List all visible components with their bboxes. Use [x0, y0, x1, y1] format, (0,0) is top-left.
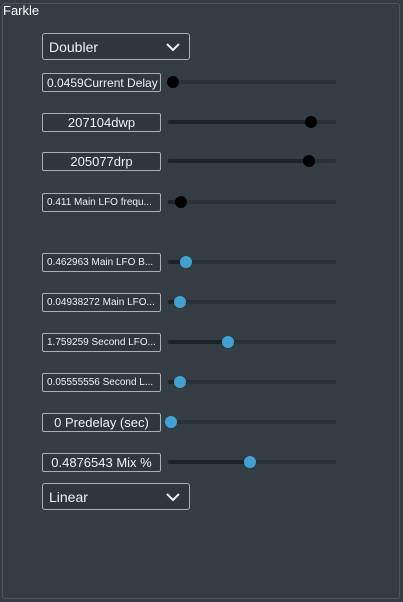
second-lfo-slider[interactable] [168, 335, 336, 349]
interpolation-combo[interactable]: Linear [42, 483, 190, 510]
second-l-label: 0.05555556 Second L... [47, 377, 154, 388]
dwp-slider[interactable] [168, 115, 336, 129]
slider-fill [168, 460, 251, 464]
slider-fill [168, 340, 229, 344]
slider-thumb[interactable] [175, 196, 188, 208]
chevron-down-icon [166, 42, 180, 51]
slider-track [168, 300, 336, 304]
chevron-down-icon [166, 492, 180, 501]
main-lfo-b-slider[interactable] [168, 255, 336, 269]
slider-track [168, 80, 336, 84]
interpolation-combo-value: Linear [49, 488, 88, 505]
slider-fill [168, 120, 311, 124]
second-lfo-label: 1.759259 Second LFO... [47, 337, 156, 348]
dwp-field[interactable]: 207104dwp [42, 113, 161, 132]
second-l-slider[interactable] [168, 375, 336, 389]
current-delay-label: 0.0459Current Delay [47, 75, 158, 90]
current-delay-field[interactable]: 0.0459Current Delay [42, 73, 161, 92]
predelay-slider[interactable] [165, 415, 336, 429]
slider-thumb[interactable] [244, 456, 257, 468]
slider-fill [168, 159, 310, 163]
mode-combo[interactable]: Doubler [42, 33, 190, 60]
mix-field[interactable]: 0.4876543 Mix % [42, 453, 161, 472]
drp-slider[interactable] [168, 154, 336, 168]
main-lfo-label: 0.04938272 Main LFO... [47, 297, 155, 308]
main-lfo-frequency-slider[interactable] [168, 195, 336, 209]
second-l-field[interactable]: 0.05555556 Second L... [42, 373, 161, 392]
slider-track [168, 200, 336, 204]
slider-thumb[interactable] [304, 116, 317, 128]
predelay-field[interactable]: 0 Predelay (sec) [42, 413, 161, 432]
predelay-label: 0 Predelay (sec) [54, 415, 149, 430]
dwp-label: 207104dwp [67, 115, 136, 130]
mix-label: 0.4876543 Mix % [51, 455, 152, 470]
main-lfo-frequency-label: 0.411 Main LFO frequ... [47, 197, 152, 208]
main-lfo-b-field[interactable]: 0.462963 Main LFO B... [42, 253, 161, 272]
slider-thumb[interactable] [173, 376, 186, 388]
drp-field[interactable]: 205077drp [42, 152, 161, 171]
main-lfo-slider[interactable] [168, 295, 336, 309]
current-delay-slider[interactable] [167, 75, 336, 89]
slider-thumb[interactable] [222, 336, 235, 348]
drp-label: 205077drp [70, 154, 133, 169]
slider-thumb[interactable] [303, 155, 316, 167]
main-lfo-frequency-field[interactable]: 0.411 Main LFO frequ... [42, 193, 161, 212]
second-lfo-field[interactable]: 1.759259 Second LFO... [42, 333, 161, 352]
main-lfo-b-label: 0.462963 Main LFO B... [47, 257, 154, 268]
slider-thumb[interactable] [173, 296, 186, 308]
slider-thumb[interactable] [165, 416, 178, 428]
slider-track [168, 420, 336, 424]
slider-thumb[interactable] [180, 256, 193, 268]
window-title: Farkle [3, 3, 40, 18]
mode-combo-value: Doubler [49, 38, 99, 55]
slider-track [168, 380, 336, 384]
main-lfo-field[interactable]: 0.04938272 Main LFO... [42, 293, 161, 312]
mix-slider[interactable] [168, 455, 336, 469]
slider-track [168, 260, 336, 264]
slider-thumb[interactable] [167, 76, 180, 88]
